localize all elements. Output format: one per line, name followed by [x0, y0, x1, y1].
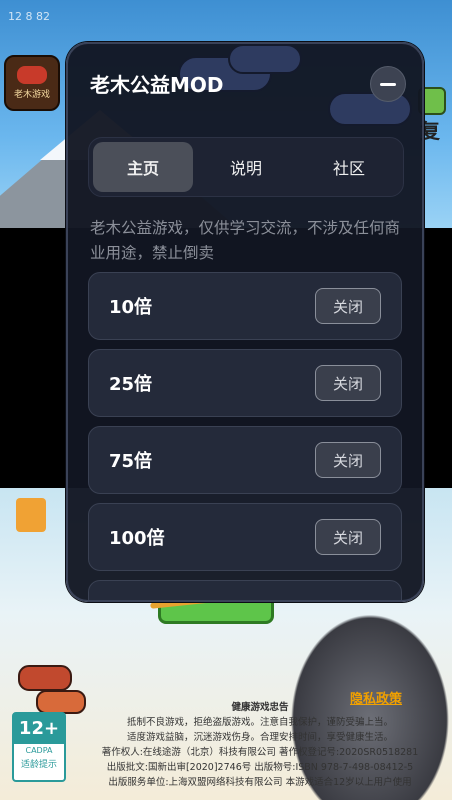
status-time: 12 8 82 — [8, 10, 50, 23]
option-row-100x: 100倍 关闭 — [88, 503, 402, 571]
age-rating-number: 12+ — [14, 714, 64, 744]
option-label: 10倍 — [109, 297, 153, 318]
option-label: 75倍 — [109, 451, 153, 472]
tab-home[interactable]: 主页 — [93, 142, 193, 192]
option-row-partial — [88, 580, 402, 600]
menu-title: 老木公益MOD — [90, 73, 224, 97]
age-rating-tip: 适龄提示 — [20, 760, 57, 770]
option-label: 100倍 — [109, 528, 165, 549]
cloud-decoration — [228, 44, 302, 74]
tab-instructions[interactable]: 说明 — [196, 142, 296, 192]
toggle-button-25x[interactable]: 关闭 — [315, 365, 381, 401]
menu-description: 老木公益游戏，仅供学习交流，不涉及任何商业用途，禁止倒卖 — [90, 219, 401, 262]
app-icon-label: 老木游戏 — [13, 90, 50, 100]
menu-header: 老木公益MOD — [68, 44, 422, 126]
notice-line: 出版批文:国新出审[2020]2746号 出版物号:ISBN 978-7-498… — [106, 762, 414, 773]
mod-menu-panel: 老木公益MOD 主页 说明 社区 老木公益游戏，仅供学习交流，不涉及任何商业用途… — [66, 42, 424, 602]
option-label: 25倍 — [109, 374, 153, 395]
notice-title: 健康游戏忠告 — [231, 702, 289, 713]
flag-decoration — [16, 498, 46, 532]
gamepad-icon — [17, 66, 47, 84]
toggle-button-75x[interactable]: 关闭 — [315, 442, 381, 478]
floating-app-icon[interactable]: 老木游戏 — [4, 55, 60, 111]
toggle-button-10x[interactable]: 关闭 — [315, 288, 381, 324]
tab-community[interactable]: 社区 — [299, 142, 399, 192]
toggle-button-100x[interactable]: 关闭 — [315, 519, 381, 555]
rocket-decoration — [18, 665, 72, 691]
option-row-25x: 25倍 关闭 — [88, 349, 402, 417]
option-row-10x: 10倍 关闭 — [88, 272, 402, 340]
notice-line: 出版服务单位:上海双盟网络科技有限公司 本游戏适合12岁以上用户使用 — [108, 777, 412, 788]
collapse-button[interactable] — [370, 66, 406, 102]
age-rating-org: CADPA — [25, 746, 53, 755]
tab-bar: 主页 说明 社区 — [88, 137, 404, 197]
option-row-75x: 75倍 关闭 — [88, 426, 402, 494]
health-notice: 健康游戏忠告 抵制不良游戏，拒绝盗版游戏。注意自我保护，谨防受骗上当。 适度游戏… — [70, 700, 450, 790]
notice-line: 抵制不良游戏，拒绝盗版游戏。注意自我保护，谨防受骗上当。 — [126, 717, 393, 728]
age-rating-badge: 12+ CADPA 适龄提示 — [12, 712, 66, 782]
notice-line: 适度游戏益脑，沉迷游戏伤身。合理安排时间，享受健康生活。 — [126, 732, 393, 743]
notice-line: 著作权人:在线途游（北京）科技有限公司 著作权登记号:2020SR0518281 — [101, 747, 419, 758]
